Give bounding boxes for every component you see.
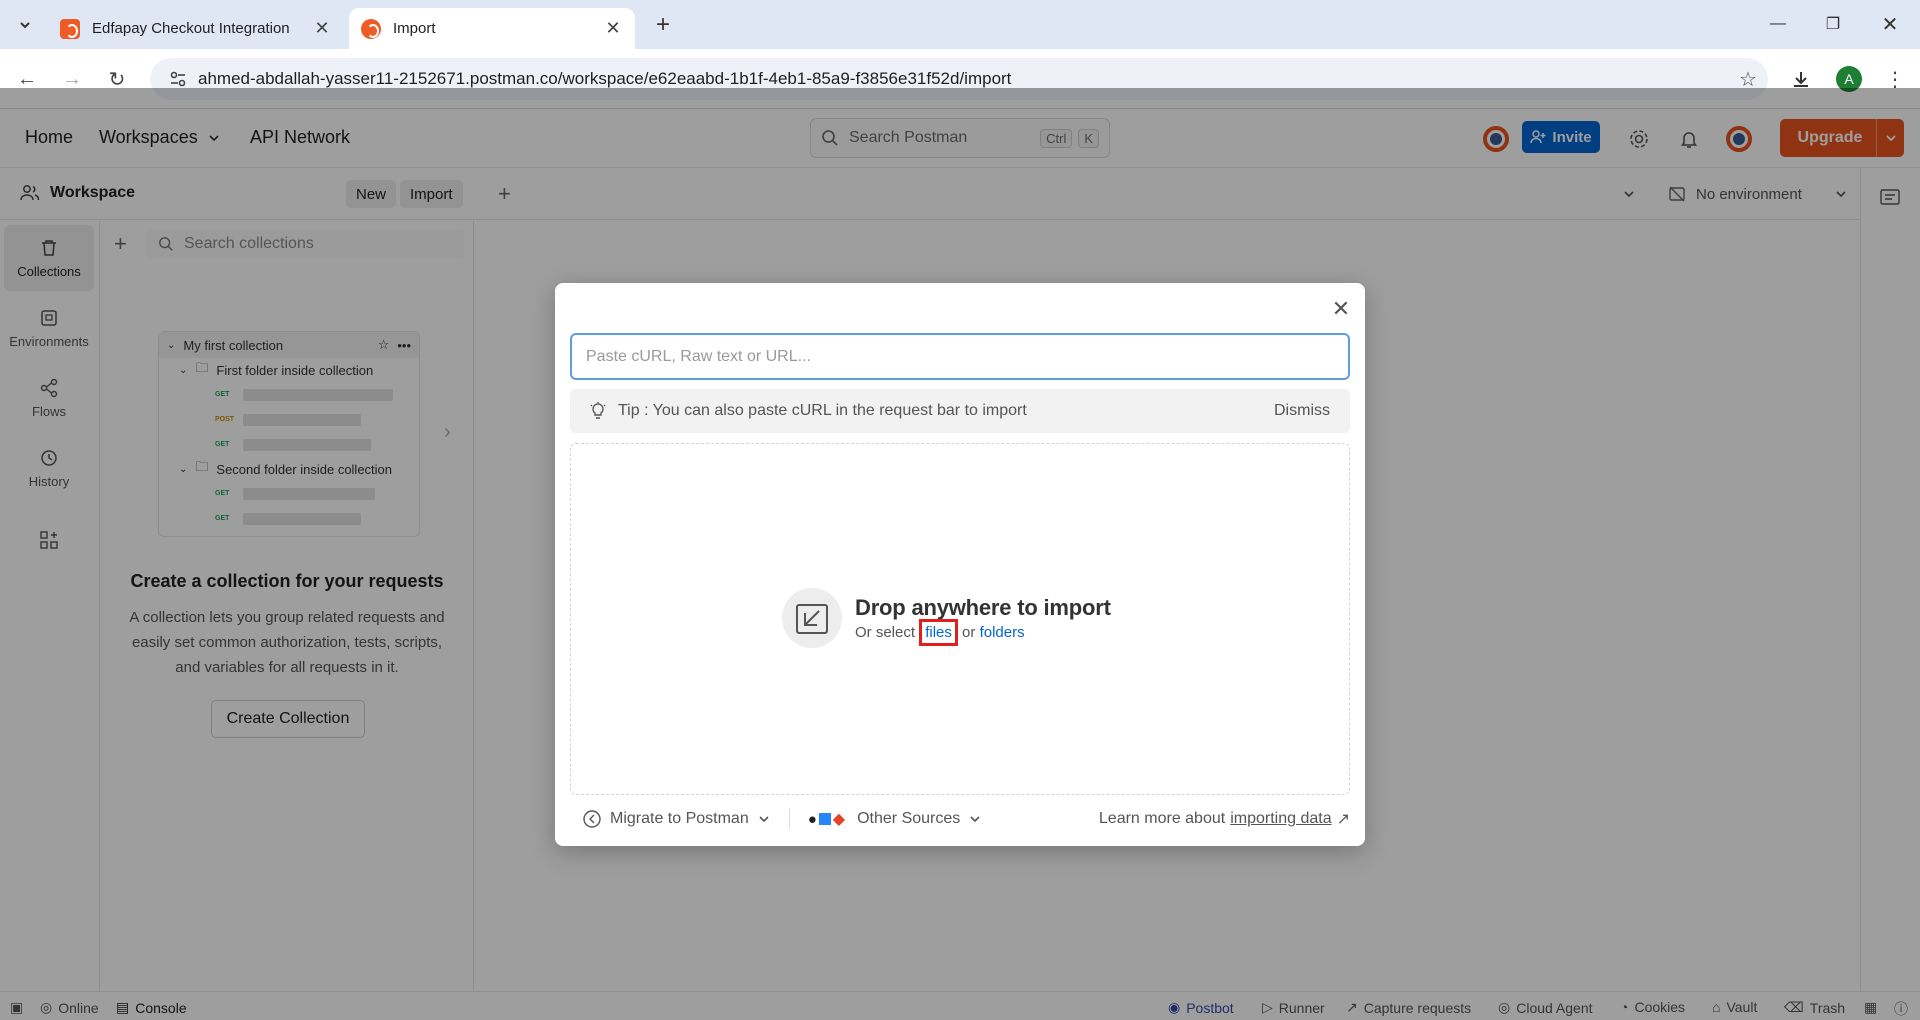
paste-curl-input[interactable] <box>570 333 1350 380</box>
chevron-down-icon <box>20 22 30 29</box>
migrate-to-postman-dropdown[interactable]: Migrate to Postman <box>582 809 771 829</box>
bitbucket-icon <box>818 813 831 825</box>
browser-tab-edfapay[interactable]: Edfapay Checkout Integration ✕ <box>48 8 344 49</box>
import-modal: ✕ Tip : You can also paste cURL in the r… <box>555 283 1365 846</box>
learn-prefix: Learn more about <box>1098 810 1226 827</box>
minimize-icon[interactable]: — <box>1758 10 1798 38</box>
drop-subtitle: Or select files or folders <box>855 619 1025 646</box>
restore-icon[interactable]: ❐ <box>1813 10 1853 38</box>
drop-title: Drop anywhere to import <box>855 595 1111 620</box>
importing-data-link[interactable]: importing data <box>1230 810 1331 828</box>
migrate-label: Migrate to Postman <box>610 810 749 827</box>
postman-favicon-icon <box>60 18 80 39</box>
select-files-link[interactable]: files <box>919 619 958 646</box>
other-sources-dropdown[interactable]: ● ◆ Other Sources <box>808 809 983 829</box>
modal-footer: Migrate to Postman ● ◆ Other Sources Lea… <box>570 803 1350 835</box>
drop-or: or <box>962 624 976 641</box>
chevron-down-icon <box>970 816 980 823</box>
tip-text: Tip : You can also paste cURL in the req… <box>618 402 1027 419</box>
github-icon: ● <box>807 810 817 828</box>
gitlab-icon: ◆ <box>832 811 846 828</box>
tab-title: Edfapay Checkout Integration <box>92 20 290 37</box>
new-tab-button[interactable]: + <box>650 11 676 38</box>
close-icon[interactable]: ✕ <box>1328 296 1354 322</box>
tab-search-button[interactable] <box>10 10 40 40</box>
footer-divider <box>788 809 790 829</box>
site-info-icon[interactable] <box>158 70 198 88</box>
url-text: ahmed-abdallah-yasser11-2152671.postman.… <box>198 69 1012 88</box>
import-drop-icon <box>782 588 842 648</box>
migrate-icon <box>583 810 601 828</box>
close-tab-icon[interactable]: ✕ <box>312 18 332 39</box>
postman-favicon-icon <box>361 18 381 39</box>
tip-banner: Tip : You can also paste cURL in the req… <box>570 389 1350 433</box>
window-close-icon[interactable]: ✕ <box>1870 10 1910 38</box>
dismiss-button[interactable]: Dismiss <box>1274 402 1330 420</box>
drop-zone[interactable]: Drop anywhere to import Or select files … <box>570 443 1350 795</box>
browser-tab-import[interactable]: Import ✕ <box>349 8 635 49</box>
tab-title: Import <box>393 20 436 37</box>
other-sources-label: Other Sources <box>857 810 961 827</box>
lightbulb-icon <box>590 402 606 419</box>
close-tab-icon[interactable]: ✕ <box>603 18 623 39</box>
browser-tabstrip: Edfapay Checkout Integration ✕ Import ✕ … <box>0 0 1920 49</box>
learn-more: Learn more about importing data ↗ <box>1099 809 1350 829</box>
chevron-down-icon <box>759 816 769 823</box>
drop-prefix: Or select <box>855 624 916 641</box>
select-folders-link[interactable]: folders <box>980 624 1025 641</box>
external-link-icon: ↗ <box>1336 811 1350 828</box>
